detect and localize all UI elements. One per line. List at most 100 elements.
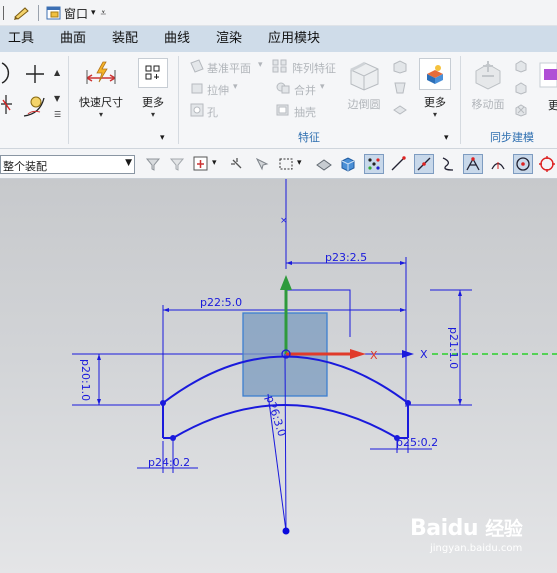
dim-p20-label: p20:1.0 [79,359,92,401]
chevron-down-icon: ▾ [432,110,437,119]
scroll-up-icon[interactable]: ▲ [54,64,60,78]
graphics-canvas[interactable]: × X p23:2.5 p22:5.0 p21:1.0 p20:1.0 p26:… [0,179,557,573]
draft-icon[interactable] [392,80,408,99]
pattern-feature-icon [272,59,288,76]
filter-icon[interactable] [143,154,163,174]
edge-blend-icon [350,61,379,91]
select-feature-icon[interactable] [252,154,272,174]
feature-group-title: 特征 [298,131,320,144]
fillet-sketch-icon[interactable] [20,92,48,123]
offset-face-icon[interactable] [392,102,408,121]
menu-assembly[interactable]: 装配 [108,26,142,52]
extrude-icon [190,81,204,98]
hole-icon [190,103,204,120]
customize-arrow-icon[interactable]: ⩡ [101,8,107,19]
chevron-down-icon: ▾ [150,110,155,119]
select-face-icon[interactable] [338,154,358,174]
snap-points-icon[interactable] [364,154,384,174]
end-point-icon[interactable] [388,154,408,174]
shell-label[interactable]: 抽壳 [294,104,316,120]
chevron-down-icon: ▾ [98,110,103,119]
scroll-down-icon[interactable]: ▼ [54,90,60,104]
chevron-down-icon[interactable]: ▾ [297,158,302,168]
more-label: 更多 [142,96,164,109]
chevron-down-icon[interactable]: ▾ [212,158,217,168]
group-options-arrow-icon[interactable]: ▾ [160,133,165,143]
move-face-icon [475,61,501,90]
chamfer-icon[interactable] [392,58,408,77]
quick-pick-icon[interactable] [227,154,247,174]
chevron-down-icon: ▾ [91,8,96,18]
window-menu-button[interactable]: 窗口 ▾ ⩡ [46,4,106,22]
sync-more-label: 更 [548,99,557,112]
dim-p22-label: p22:5.0 [200,296,242,309]
select-body-icon[interactable] [314,154,334,174]
delete-face-icon[interactable] [513,102,529,121]
quick-access-separator-icon [2,4,6,22]
quick-dimension-label: 快速尺寸 [79,96,123,109]
point-cross-icon[interactable] [24,63,46,88]
offset-region-icon[interactable] [513,80,529,99]
mid-point-icon[interactable] [414,154,434,174]
extrude-label[interactable]: 拉伸 [207,82,229,98]
group-options-arrow-icon[interactable]: ▾ [444,133,449,143]
menu-render[interactable]: 渲染 [212,26,246,52]
y-axis-arrow-icon [280,275,292,290]
pull-face-icon[interactable] [513,58,529,77]
chevron-down-icon: ▾ [258,60,263,70]
dim-p26-label: p26:3.0 [263,394,288,438]
dim-p23-label: p23:2.5 [325,251,367,264]
menu-surface[interactable]: 曲面 [56,26,90,52]
axis-x2-label: X [420,348,428,361]
feature-more-button[interactable]: 更多 ▾ [414,58,456,119]
arc-center-icon[interactable] [488,154,508,174]
menu-tools[interactable]: 工具 [4,26,38,52]
x-arrow-icon [402,350,414,358]
sync-more-icon[interactable] [538,60,557,93]
menu-application[interactable]: 应用模块 [264,26,324,52]
control-point-icon[interactable] [438,154,458,174]
baidu-watermark-logo: Baidu 经验 [410,514,523,541]
arc-center-point-icon[interactable] [513,154,533,174]
selection-scope-value: 整个装配 [3,160,47,173]
quick-access-toolbar: 窗口 ▾ ⩡ [0,0,557,26]
filter-reset-icon[interactable] [167,154,187,174]
selection-scope-dropdown[interactable]: 整个装配 ▼ [0,155,135,174]
watermark-jingyan: 经验 [485,518,523,540]
window-icon [46,6,61,20]
window-label: 窗口 [64,6,89,21]
unite-icon [275,80,291,99]
more-label: 更多 [424,96,446,109]
quadrant-point-icon[interactable] [537,154,557,174]
ribbon-group-separator [460,56,461,144]
quick-dimension-button[interactable]: 快速尺寸 ▾ [76,60,126,119]
dim-p24-label: p24:0.2 [148,456,190,469]
datum-plane-label[interactable]: 基准平面 [207,60,251,76]
chevron-down-icon: ▼ [125,158,132,168]
move-face-button[interactable]: 移动面 [468,58,508,112]
axis-x-label: X [370,349,378,362]
rectangle-select-icon[interactable] [276,154,296,174]
pattern-feature-label[interactable]: 阵列特征 [292,60,336,76]
svg-text:×: × [280,216,288,226]
arc-center-point [282,527,290,535]
edge-blend-button[interactable]: 边倒圆 [342,58,386,112]
intersection-point-icon[interactable] [463,154,483,174]
unite-label[interactable]: 合并 [294,82,316,98]
snap-point-icon[interactable] [191,154,211,174]
sync-modeling-group-title: 同步建模 [490,131,534,144]
hole-label[interactable]: 孔 [207,104,218,120]
expand-gallery-icon[interactable]: ☰ [54,106,61,120]
x-axis-arrow-icon [350,349,366,359]
toolbar-divider [38,5,39,21]
edit-pencil-icon[interactable] [12,4,34,22]
edge-blend-label: 边倒圆 [347,98,381,111]
ribbon-group-separator [178,56,179,144]
dim-p25-label: p25:0.2 [396,436,438,449]
menu-curve[interactable]: 曲线 [160,26,194,52]
feature-more-icon [419,58,451,90]
circle-tool-icon[interactable] [0,60,16,89]
sketch-more-button[interactable]: 更多 ▾ [134,58,172,119]
trim-curve-icon[interactable] [0,92,14,121]
move-face-label: 移动面 [471,98,505,111]
